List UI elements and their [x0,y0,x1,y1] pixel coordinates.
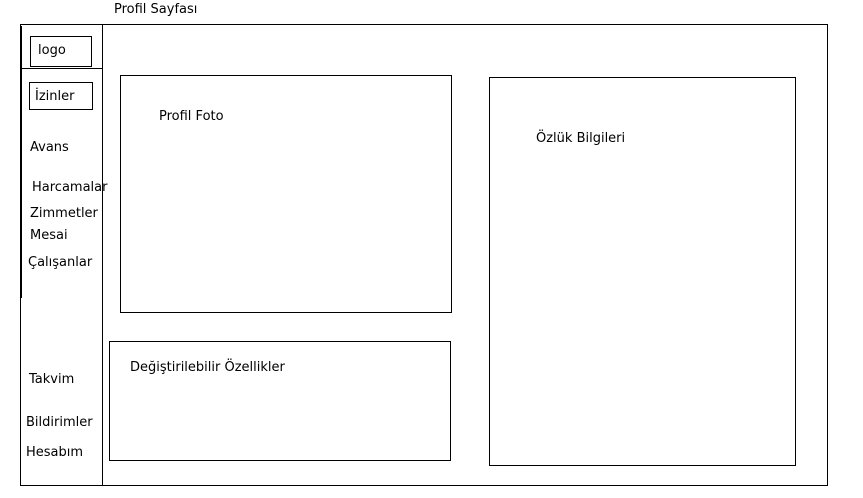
sidebar-item-hesabim[interactable]: Hesabım [26,445,83,460]
sidebar-divider [102,24,103,486]
sidebar-item-bildirimler[interactable]: Bildirimler [26,415,93,430]
sidebar-item-izinler[interactable]: İzinler [29,82,93,110]
editable-properties-panel[interactable]: Değiştirilebilir Özellikler [109,341,451,461]
profile-photo-panel[interactable]: Profil Foto [120,75,452,313]
personal-info-panel[interactable]: Özlük Bilgileri [489,77,796,466]
sidebar-item-avans[interactable]: Avans [30,140,69,155]
page-title: Profil Sayfası [114,2,198,17]
logo[interactable]: logo [30,36,92,67]
personal-info-label: Özlük Bilgileri [536,131,626,146]
sidebar-item-takvim[interactable]: Takvim [29,372,74,387]
sidebar-item-mesai[interactable]: Mesai [30,228,68,243]
sidebar-item-label: İzinler [35,89,75,104]
sidebar-item-harcamalar[interactable]: Harcamalar [32,180,107,195]
sidebar-edge [20,26,22,298]
editable-properties-label: Değiştirilebilir Özellikler [130,360,285,375]
profile-photo-label: Profil Foto [159,109,224,124]
sidebar-item-zimmetler[interactable]: Zimmetler [30,206,98,221]
logo-text: logo [38,43,66,58]
sidebar-logo-separator [20,68,102,69]
sidebar-item-calisanlar[interactable]: Çalışanlar [28,255,92,270]
